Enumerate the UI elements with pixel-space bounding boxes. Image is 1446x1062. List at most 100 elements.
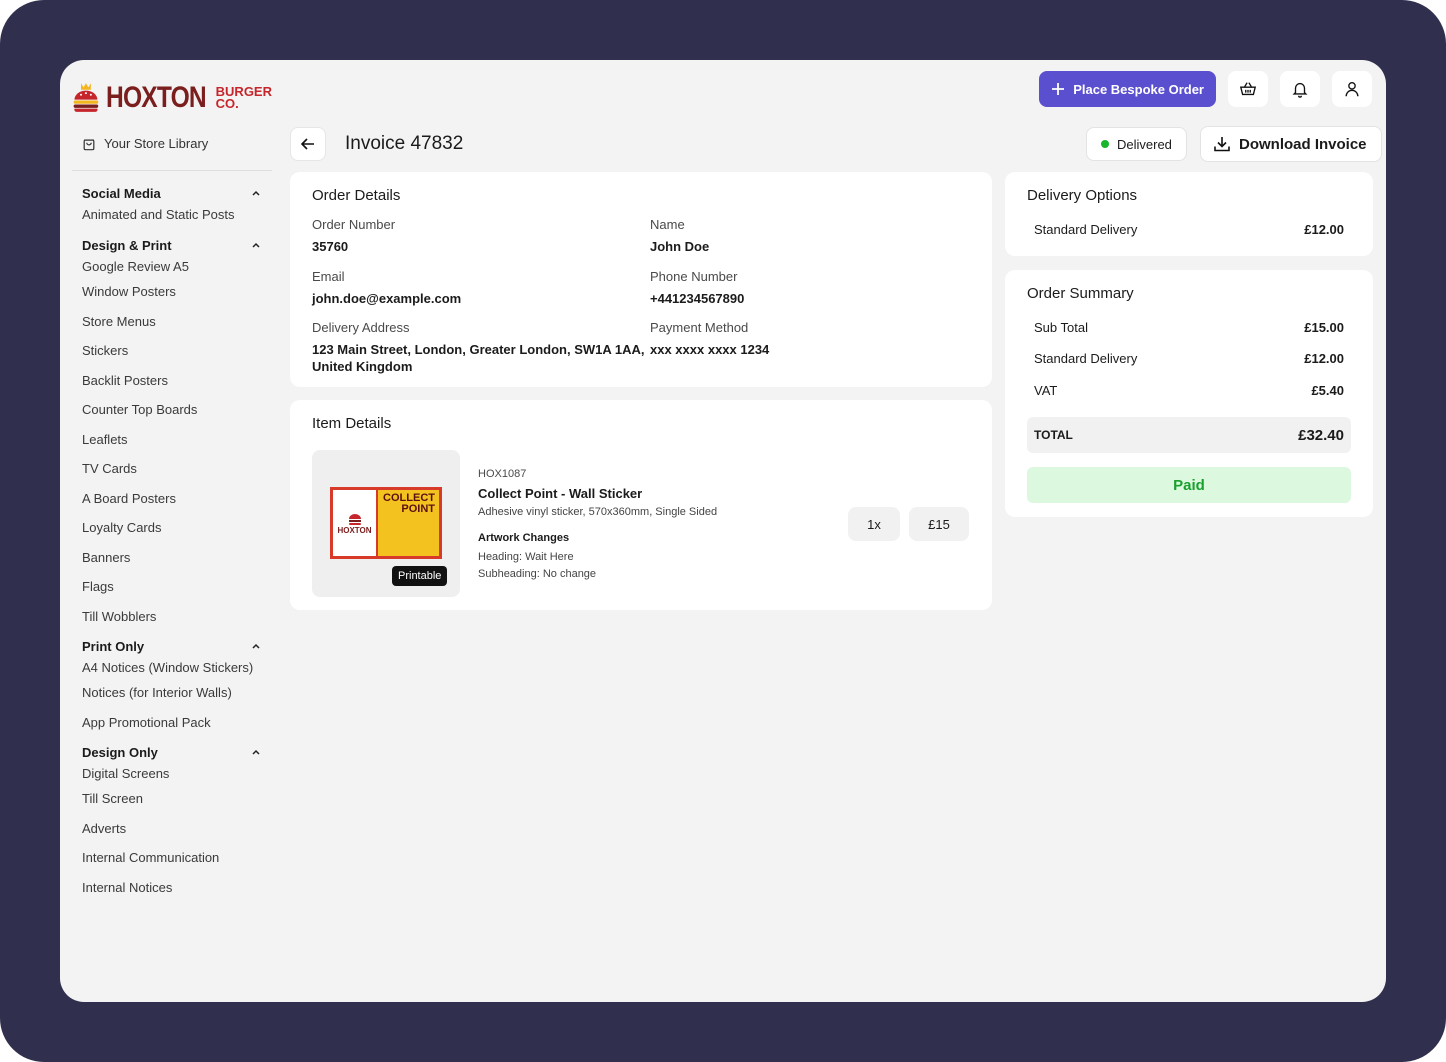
summary-value: £15.00 — [1304, 320, 1344, 335]
card-title: Order Summary — [1027, 285, 1134, 302]
nav-item[interactable]: Notices (for Interior Walls) — [82, 678, 262, 708]
item-details-card: Item Details HOXTON COLLECT POINT Printa… — [290, 400, 992, 610]
plus-icon — [1052, 83, 1065, 95]
summary-value: £12.00 — [1304, 351, 1344, 366]
nav-item[interactable]: Stickers — [82, 336, 262, 366]
back-button[interactable] — [290, 127, 326, 161]
item-info: HOX1087 Collect Point - Wall Sticker Adh… — [478, 468, 717, 583]
bag-icon — [83, 138, 95, 150]
order-details-card: Order Details Order Number 35760 Name Jo… — [290, 172, 992, 387]
nav-item[interactable]: Banners — [82, 543, 262, 573]
nav-item[interactable]: Loyalty Cards — [82, 513, 262, 543]
nav-item[interactable]: A Board Posters — [82, 484, 262, 514]
order-number-field: Order Number 35760 — [312, 217, 395, 255]
store-library-label: Your Store Library — [104, 136, 209, 151]
nav-group-header[interactable]: Social Media — [82, 183, 262, 203]
chevron-up-icon — [252, 749, 260, 755]
brand-logo[interactable]: HOXTON BURGER CO. — [72, 76, 272, 120]
nav-group-title: Social Media — [82, 185, 161, 201]
basket-button[interactable] — [1228, 71, 1268, 107]
field-label: Order Number — [312, 217, 396, 232]
name-field: Name John Doe — [650, 217, 709, 255]
bespoke-label: Place Bespoke Order — [1073, 81, 1204, 97]
nav-item[interactable]: Till Wobblers — [82, 602, 262, 632]
account-button[interactable] — [1332, 71, 1372, 107]
sidebar-nav: Social Media Animated and Static Posts D… — [82, 180, 262, 904]
field-value: 35760 — [312, 239, 349, 254]
burger-logo-icon — [73, 83, 99, 112]
notifications-button[interactable] — [1280, 71, 1320, 107]
nav-item[interactable]: Internal Communication — [82, 843, 262, 873]
download-label: Download Invoice — [1239, 135, 1367, 153]
nav-item[interactable]: A4 Notices (Window Stickers) — [82, 656, 262, 678]
summary-label: VAT — [1034, 383, 1058, 398]
status-label: Delivered — [1117, 136, 1172, 152]
brand-subline: BURGER CO. — [215, 85, 272, 111]
nav-group-design-only: Design Only Digital Screens Till Screen … — [82, 742, 262, 902]
field-label: Email — [312, 269, 345, 284]
chevron-up-icon — [252, 242, 260, 248]
nav-group-title: Design Only — [82, 744, 158, 760]
basket-icon — [1239, 82, 1257, 96]
nav-item[interactable]: Store Menus — [82, 307, 262, 337]
sidebar-divider — [72, 170, 272, 171]
artwork-subheading: Subheading: No change — [478, 568, 597, 580]
brand-subline-2: CO. — [215, 96, 239, 111]
subtotal-row: Sub Total £15.00 — [1034, 320, 1344, 335]
nav-group-title: Print Only — [82, 638, 145, 654]
item-description: Adhesive vinyl sticker, 570x360mm, Singl… — [478, 506, 718, 518]
item-name: Collect Point - Wall Sticker — [478, 486, 643, 501]
nav-item[interactable]: Digital Screens — [82, 762, 262, 784]
app-screen: HOXTON BURGER CO. Your Store Library Soc… — [60, 60, 1386, 1002]
delivery-method: Standard Delivery — [1034, 222, 1138, 237]
brand-name: HOXTON — [105, 81, 207, 114]
nav-group-print-only: Print Only A4 Notices (Window Stickers) … — [82, 636, 262, 737]
field-value: United Kingdom — [312, 359, 413, 374]
summary-value: £5.40 — [1311, 383, 1344, 398]
field-label: Name — [650, 217, 685, 232]
place-bespoke-order-button[interactable]: Place Bespoke Order — [1039, 71, 1216, 107]
field-value: xxx xxxx xxxx 1234 — [650, 342, 770, 357]
nav-item[interactable]: Animated and Static Posts — [82, 203, 262, 225]
card-title: Item Details — [312, 415, 392, 432]
sticker-brand: HOXTON — [337, 525, 372, 535]
vat-row: VAT £5.40 — [1034, 383, 1344, 398]
nav-item[interactable]: Adverts — [82, 814, 262, 844]
delivery-cost: £12.00 — [1304, 222, 1344, 237]
payment-field: Payment Method xxx xxxx xxxx 1234 — [650, 320, 769, 358]
nav-item[interactable]: TV Cards — [82, 454, 262, 484]
nav-group-header[interactable]: Design & Print — [82, 235, 262, 255]
chevron-up-icon — [252, 643, 260, 649]
sticker-text: COLLECT POINT — [383, 493, 435, 515]
nav-item[interactable]: Leaflets — [82, 425, 262, 455]
nav-group-title: Design & Print — [82, 237, 172, 253]
store-library-link[interactable]: Your Store Library — [82, 136, 208, 151]
nav-item[interactable]: Backlit Posters — [82, 366, 262, 396]
nav-group-design-print: Design & Print Google Review A5 Window P… — [82, 235, 262, 631]
nav-item[interactable]: Google Review A5 — [82, 255, 262, 277]
nav-item[interactable]: Till Screen — [82, 784, 262, 814]
delivery-options-card: Delivery Options Standard Delivery £12.0… — [1005, 172, 1373, 256]
product-thumbnail[interactable]: HOXTON COLLECT POINT Printable — [312, 450, 460, 597]
delivery-row: Standard Delivery £12.00 — [1034, 351, 1344, 366]
nav-item[interactable]: Internal Notices — [82, 873, 262, 903]
top-bar: Place Bespoke Order — [1039, 71, 1372, 107]
card-title: Order Details — [312, 187, 401, 204]
total-value: £32.40 — [1298, 426, 1344, 444]
artwork-changes-title: Artwork Changes — [478, 532, 570, 544]
burger-icon — [348, 513, 361, 525]
address-field: Delivery Address 123 Main Street, London… — [312, 320, 645, 375]
page-title: Invoice 47832 — [345, 133, 464, 154]
nav-group-header[interactable]: Print Only — [82, 636, 262, 656]
download-invoice-button[interactable]: Download Invoice — [1200, 126, 1382, 162]
nav-item[interactable]: App Promotional Pack — [82, 708, 262, 738]
card-title: Delivery Options — [1027, 187, 1138, 204]
item-price: £15 — [909, 507, 969, 541]
chevron-up-icon — [252, 190, 260, 196]
nav-item[interactable]: Window Posters — [82, 277, 262, 307]
nav-item[interactable]: Counter Top Boards — [82, 395, 262, 425]
summary-label: Standard Delivery — [1034, 351, 1138, 366]
nav-item[interactable]: Flags — [82, 572, 262, 602]
nav-group-social-media: Social Media Animated and Static Posts — [82, 183, 262, 225]
nav-group-header[interactable]: Design Only — [82, 742, 262, 762]
